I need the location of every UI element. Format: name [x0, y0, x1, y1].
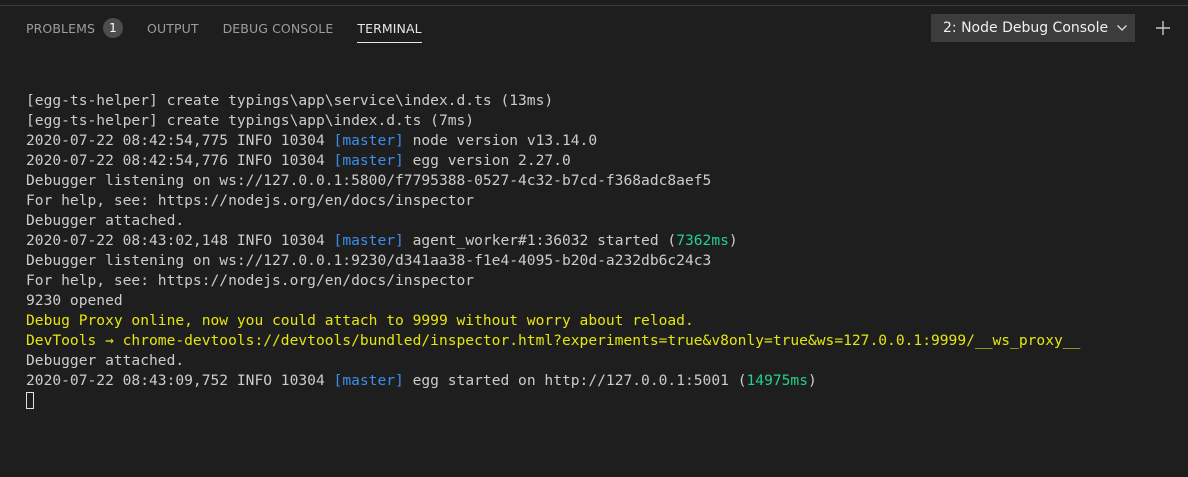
terminal-prompt-line: [26, 391, 1188, 411]
tab-terminal-label: TERMINAL: [357, 20, 422, 36]
terminal-line: Debugger attached.: [26, 351, 1188, 371]
tab-output-label: OUTPUT: [147, 20, 199, 36]
tab-problems-label: PROBLEMS: [26, 20, 96, 36]
terminal-line-prefix: 2020-07-22 08:42:54,775 INFO 10304: [26, 132, 334, 149]
terminal-line: Debug Proxy online, now you could attach…: [26, 311, 1188, 331]
tab-debug-console-label: DEBUG CONSOLE: [222, 20, 334, 36]
new-terminal-plus-icon[interactable]: [1150, 15, 1176, 41]
terminal-line-text: For help, see: https://nodejs.org/en/doc…: [26, 192, 475, 209]
terminal-line: 2020-07-22 08:42:54,776 INFO 10304 [mast…: [26, 151, 1188, 171]
terminal-line-rest: agent_worker#1:36032 started (: [403, 232, 677, 249]
terminal-line: 2020-07-22 08:43:02,148 INFO 10304 [mast…: [26, 231, 1188, 251]
tab-output[interactable]: OUTPUT: [147, 6, 199, 50]
terminal-line: 2020-07-22 08:43:09,752 INFO 10304 [mast…: [26, 371, 1188, 391]
terminal-line-tag: [master]: [333, 132, 404, 149]
terminal-line-text: [egg-ts-helper] create typings\app\servi…: [26, 92, 554, 109]
terminal-line-tag: [master]: [333, 152, 404, 169]
terminal-line-tag: [master]: [333, 232, 404, 249]
terminal-line-timing: 7362ms: [676, 232, 729, 249]
terminal-line: For help, see: https://nodejs.org/en/doc…: [26, 191, 1188, 211]
terminal-line-tag: [master]: [333, 372, 404, 389]
terminal-line-rest: egg started on http://127.0.0.1:5001 (: [403, 372, 747, 389]
chevron-down-icon: [1110, 14, 1134, 42]
terminal-line-suffix: ): [728, 232, 738, 249]
terminal-line: 2020-07-22 08:42:54,775 INFO 10304 [mast…: [26, 131, 1188, 151]
terminal-line-text: Debugger attached.: [26, 212, 185, 229]
terminal-line-warn: DevTools → chrome-devtools://devtools/bu…: [26, 332, 1081, 349]
terminal-selector-dropdown[interactable]: 2: Node Debug Console: [931, 14, 1135, 42]
terminal-line-suffix: ): [808, 372, 817, 389]
terminal-line-text: Debugger attached.: [26, 352, 185, 369]
panel-tabs: PROBLEMS 1 OUTPUT DEBUG CONSOLE TERMINAL: [26, 6, 446, 50]
tab-debug-console[interactable]: DEBUG CONSOLE: [223, 6, 334, 50]
problems-count-badge: 1: [103, 18, 124, 38]
terminal-output[interactable]: [egg-ts-helper] create typings\app\servi…: [26, 91, 1188, 411]
terminal-selector-value: 2: Node Debug Console: [943, 20, 1109, 36]
terminal-line-text: Debugger listening on ws://127.0.0.1:580…: [26, 172, 712, 189]
terminal-line-prefix: 2020-07-22 08:42:54,776 INFO 10304: [26, 152, 334, 169]
terminal-line-rest: egg version 2.27.0: [403, 152, 571, 169]
terminal-line: [egg-ts-helper] create typings\app\index…: [26, 111, 1188, 131]
terminal-line-warn: Debug Proxy online, now you could attach…: [26, 312, 694, 329]
vscode-panel: PROBLEMS 1 OUTPUT DEBUG CONSOLE TERMINAL…: [0, 0, 1188, 477]
terminal-line-text: For help, see: https://nodejs.org/en/doc…: [26, 272, 475, 289]
terminal-line: Debugger listening on ws://127.0.0.1:580…: [26, 171, 1188, 191]
terminal-line-text: Debugger listening on ws://127.0.0.1:923…: [26, 252, 712, 269]
tab-terminal[interactable]: TERMINAL: [357, 6, 423, 50]
terminal-line: DevTools → chrome-devtools://devtools/bu…: [26, 331, 1188, 351]
terminal-line-prefix: 2020-07-22 08:43:09,752 INFO 10304: [26, 372, 334, 389]
terminal-line-rest: node version v13.14.0: [403, 132, 598, 149]
terminal-line-timing: 14975ms: [746, 372, 809, 389]
terminal-line: Debugger listening on ws://127.0.0.1:923…: [26, 251, 1188, 271]
terminal-line-text: [egg-ts-helper] create typings\app\index…: [26, 112, 475, 129]
panel-header: PROBLEMS 1 OUTPUT DEBUG CONSOLE TERMINAL…: [0, 6, 1188, 50]
tab-problems[interactable]: PROBLEMS 1: [26, 6, 124, 50]
terminal-cursor: [26, 392, 34, 409]
terminal-line: Debugger attached.: [26, 211, 1188, 231]
terminal-line-text: 9230 opened: [26, 292, 123, 309]
terminal-line: For help, see: https://nodejs.org/en/doc…: [26, 271, 1188, 291]
terminal-line: [egg-ts-helper] create typings\app\servi…: [26, 91, 1188, 111]
terminal-line: 9230 opened: [26, 291, 1188, 311]
terminal-line-prefix: 2020-07-22 08:43:02,148 INFO 10304: [26, 232, 334, 249]
